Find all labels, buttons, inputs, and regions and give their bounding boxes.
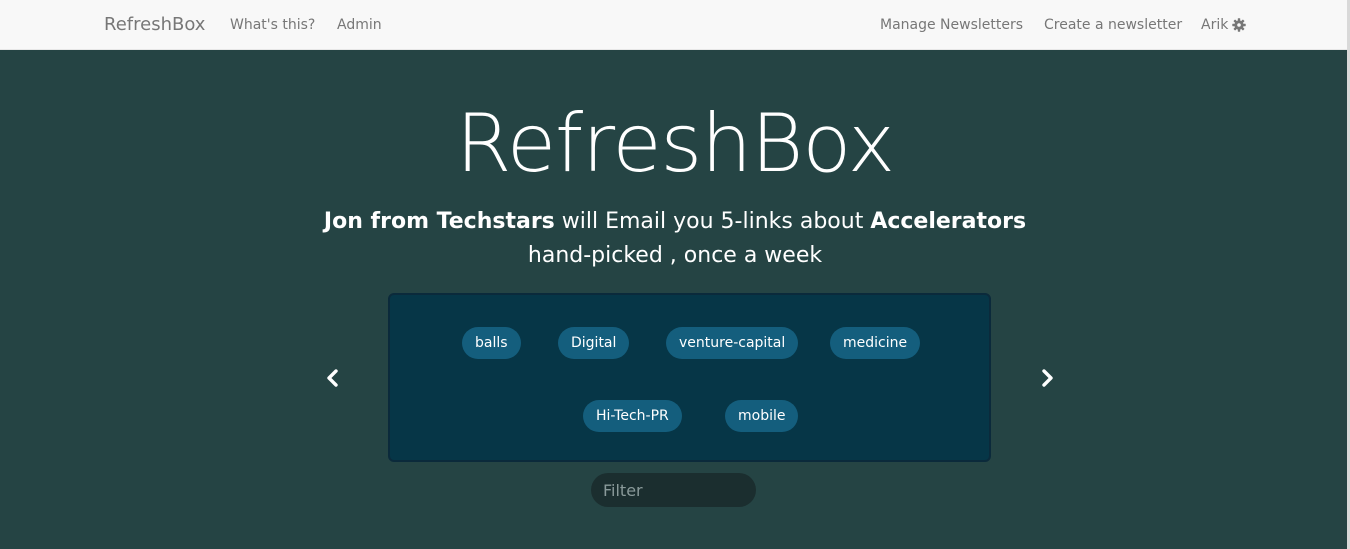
tag-pill[interactable]: venture-capital — [666, 327, 799, 359]
gear-icon — [1232, 18, 1247, 32]
tag-pill[interactable]: Digital — [558, 327, 630, 359]
nav-link-admin[interactable]: Admin — [337, 17, 382, 33]
hero-title: RefreshBox — [455, 97, 895, 190]
tagline-topic: Accelerators — [870, 209, 1027, 234]
tag-pill[interactable]: balls — [462, 327, 521, 359]
tag-pill[interactable]: mobile — [725, 400, 799, 432]
tag-pill[interactable]: Hi-Tech-PR — [583, 400, 682, 432]
tagline-line-1: Jon from Techstars will Email you 5-link… — [0, 205, 1350, 239]
tagline: Jon from Techstars will Email you 5-link… — [0, 205, 1350, 273]
nav-link-whats-this[interactable]: What's this? — [230, 17, 315, 33]
filter-input[interactable] — [591, 473, 756, 507]
tagline-mid: will Email you 5-links about — [554, 209, 871, 234]
tag-carousel: balls Digital venture-capital medicine H… — [388, 293, 991, 462]
navbar: RefreshBox What's this? Admin Manage New… — [0, 0, 1350, 50]
tag-pill[interactable]: medicine — [830, 327, 921, 359]
nav-link-manage-newsletters[interactable]: Manage Newsletters — [880, 17, 1023, 33]
nav-link-create-newsletter[interactable]: Create a newsletter — [1044, 17, 1182, 33]
tagline-line-2: hand-picked , once a week — [527, 243, 823, 268]
brand-link[interactable]: RefreshBox — [104, 14, 205, 35]
chevron-left-icon[interactable] — [325, 369, 341, 387]
chevron-right-icon[interactable] — [1039, 369, 1055, 387]
tagline-author: Jon from Techstars — [323, 209, 555, 234]
user-menu[interactable]: Arik — [1201, 17, 1247, 33]
hero-section: RefreshBox Jon from Techstars will Email… — [0, 51, 1347, 549]
user-name: Arik — [1201, 17, 1229, 33]
